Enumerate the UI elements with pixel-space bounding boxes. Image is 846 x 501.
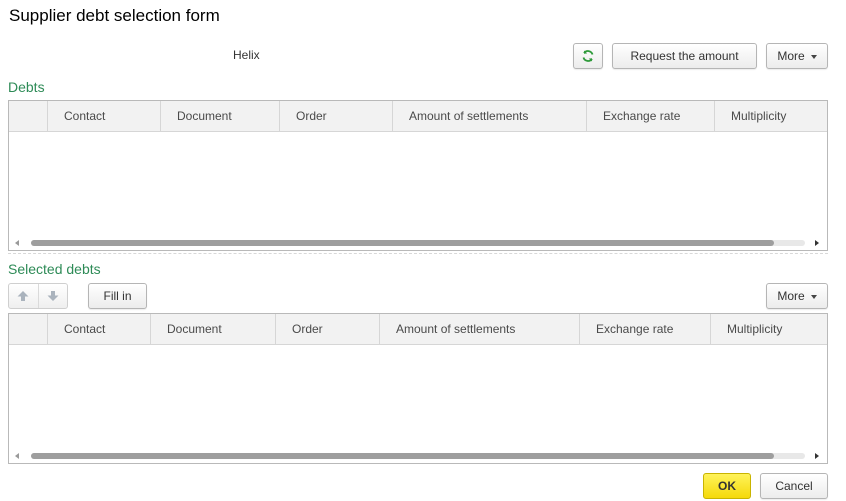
scroll-right-icon[interactable]	[815, 240, 819, 246]
column-contact[interactable]: Contact	[48, 101, 161, 131]
column-document[interactable]: Document	[161, 101, 280, 131]
ok-button[interactable]: OK	[703, 473, 751, 499]
arrow-down-icon	[47, 291, 59, 301]
cancel-button[interactable]: Cancel	[760, 473, 828, 499]
column-amount-of-settlements[interactable]: Amount of settlements	[380, 314, 580, 344]
form-title: Supplier debt selection form	[9, 6, 220, 25]
scroll-thumb[interactable]	[31, 453, 775, 459]
horizontal-scrollbar[interactable]	[9, 449, 827, 463]
horizontal-scrollbar[interactable]	[9, 236, 827, 250]
more-label: More	[777, 49, 805, 63]
more-button-top[interactable]: More	[766, 43, 828, 69]
column-contact[interactable]: Contact	[48, 314, 151, 344]
refresh-button[interactable]	[573, 43, 603, 69]
section-divider	[8, 253, 828, 254]
caret-down-icon	[810, 55, 817, 59]
move-buttons	[8, 283, 68, 309]
column-multiplicity[interactable]: Multiplicity	[711, 314, 827, 344]
column-exchange-rate[interactable]: Exchange rate	[587, 101, 715, 131]
column-amount-of-settlements[interactable]: Amount of settlements	[393, 101, 587, 131]
debts-table[interactable]: Contact Document Order Amount of settlem…	[8, 100, 828, 251]
caret-down-icon	[810, 295, 817, 299]
row-marker-column	[9, 101, 48, 131]
scroll-left-icon[interactable]	[15, 240, 19, 246]
more-label: More	[777, 289, 805, 303]
column-order[interactable]: Order	[280, 101, 393, 131]
column-document[interactable]: Document	[151, 314, 276, 344]
fill-in-button[interactable]: Fill in	[88, 283, 147, 309]
column-exchange-rate[interactable]: Exchange rate	[580, 314, 711, 344]
scroll-thumb[interactable]	[31, 240, 775, 246]
scroll-track[interactable]	[31, 240, 805, 246]
selected-debts-section-title: Selected debts	[8, 261, 101, 277]
row-marker-column	[9, 314, 48, 344]
organization-label: Helix	[233, 48, 260, 62]
debts-table-header: Contact Document Order Amount of settlem…	[9, 101, 827, 132]
refresh-icon	[582, 50, 594, 62]
scroll-left-icon[interactable]	[15, 453, 19, 459]
request-amount-button[interactable]: Request the amount	[612, 43, 757, 69]
move-up-button[interactable]	[9, 284, 39, 308]
arrow-up-icon	[17, 291, 29, 301]
column-multiplicity[interactable]: Multiplicity	[715, 101, 827, 131]
debts-section-title: Debts	[8, 79, 45, 95]
selected-debts-table[interactable]: Contact Document Order Amount of settlem…	[8, 313, 828, 464]
scroll-right-icon[interactable]	[815, 453, 819, 459]
more-button-selected[interactable]: More	[766, 283, 828, 309]
column-order[interactable]: Order	[276, 314, 380, 344]
scroll-track[interactable]	[31, 453, 805, 459]
move-down-button[interactable]	[39, 284, 68, 308]
selected-debts-table-header: Contact Document Order Amount of settlem…	[9, 314, 827, 345]
